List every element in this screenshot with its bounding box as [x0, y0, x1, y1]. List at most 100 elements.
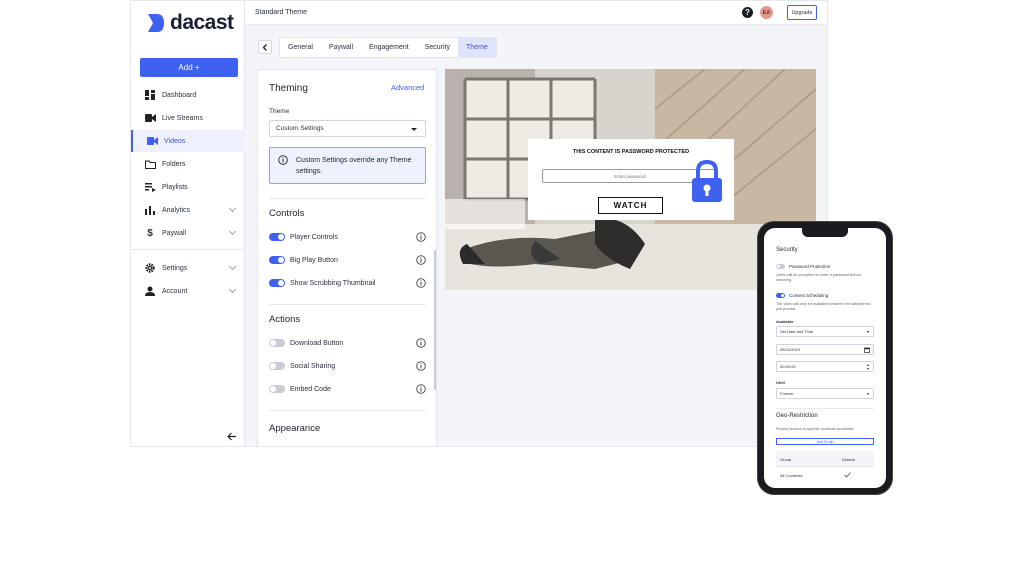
action-row-embed-code: Embed Code [269, 382, 426, 396]
sidebar-item-label: Account [162, 287, 188, 295]
topbar: Standard Theme ? EA Upgrade [245, 1, 827, 25]
tab-engagement[interactable]: Engagement [361, 38, 417, 57]
actions-title: Actions [269, 314, 301, 325]
phone-notch [802, 228, 848, 237]
control-row-player-controls: Player Controls [269, 230, 426, 244]
control-row-big-play-button: Big Play Button [269, 253, 426, 267]
info-icon[interactable] [416, 232, 426, 242]
phone-mockup: Security Password Protection Users will … [758, 222, 892, 494]
theme-label: Theme [269, 108, 290, 115]
player-controls-toggle[interactable] [269, 233, 285, 241]
controls-title: Controls [269, 208, 305, 219]
time-value: 00:00:00 [780, 364, 796, 369]
download-button-toggle[interactable] [269, 339, 285, 347]
section-divider [269, 198, 426, 199]
tab-general[interactable]: General [280, 38, 321, 57]
lock-icon [692, 159, 722, 202]
caret-down-icon [867, 331, 869, 333]
available-select[interactable]: Set Date and Time [776, 326, 874, 337]
arrow-left-icon[interactable] [227, 428, 237, 446]
sidebar-item-analytics[interactable]: Analytics [131, 199, 245, 221]
avatar[interactable]: EA [760, 6, 773, 19]
mobile-divider [776, 408, 874, 409]
info-icon[interactable] [416, 384, 426, 394]
sidebar-item-label: Videos [164, 137, 186, 145]
toggle-label: Player Controls [290, 233, 338, 241]
table-row[interactable]: All Countries [776, 468, 874, 483]
sidebar-item-dashboard[interactable]: Dashboard [131, 84, 245, 106]
tab-security[interactable]: Security [417, 38, 458, 57]
appearance-title: Appearance [269, 423, 321, 434]
tab-paywall[interactable]: Paywall [321, 38, 361, 57]
date-input[interactable]: 05/02/2019 [776, 344, 874, 355]
sidebar-item-label: Folders [162, 160, 186, 168]
toggle-label: Show Scrubbing Thumbnail [290, 279, 376, 287]
action-row-social-sharing: Social Sharing [269, 359, 426, 373]
time-input[interactable]: 00:00:00 ▴ ▾ [776, 361, 874, 372]
watch-button[interactable]: WATCH [598, 197, 663, 214]
scrubbing-thumbnail-toggle[interactable] [269, 279, 285, 287]
phone-screen: Security Password Protection Users will … [764, 228, 886, 488]
social-sharing-toggle[interactable] [269, 362, 285, 370]
password-protection-label: Password Protection [789, 264, 831, 269]
sidebar-item-paywall[interactable]: $ Paywall [131, 222, 245, 244]
bar-chart-icon [143, 203, 157, 217]
toggle-label: Download Button [290, 339, 344, 347]
tab-theme[interactable]: Theme [458, 38, 496, 57]
app-window: dacast Add + Dashboard Live Streams Vide… [130, 0, 828, 447]
upgrade-button[interactable]: Upgrade [787, 5, 817, 20]
panel-scrollbar[interactable] [434, 250, 436, 390]
sidebar-item-label: Playlists [162, 183, 188, 191]
add-button[interactable]: Add + [140, 58, 238, 77]
tab-bar: General Paywall Engagement Security Them… [279, 37, 497, 58]
mobile-security-title: Security [776, 247, 798, 253]
logo-wordmark: dacast [170, 11, 234, 34]
toggle-label: Big Play Button [290, 256, 338, 264]
dashboard-icon [143, 88, 157, 102]
back-button[interactable] [258, 40, 272, 54]
help-icon[interactable]: ? [742, 7, 753, 18]
group-column-header: Group [780, 457, 792, 462]
sidebar-item-settings[interactable]: Settings [131, 257, 245, 279]
gear-icon [143, 261, 157, 275]
info-icon[interactable] [416, 338, 426, 348]
camera-icon [143, 111, 157, 125]
stepper-icon: ▴ ▾ [866, 362, 869, 371]
chevron-down-icon [228, 262, 237, 271]
section-divider [269, 410, 426, 411]
password-protection-toggle[interactable] [776, 264, 785, 269]
until-select[interactable]: Forever [776, 388, 874, 399]
until-select-value: Forever [780, 391, 794, 396]
password-dialog: THIS CONTENT IS PASSWORD PROTECTED Enter… [528, 139, 734, 220]
checkmark-icon [844, 472, 851, 478]
info-icon[interactable] [416, 361, 426, 371]
person-icon [143, 284, 157, 298]
sidebar-item-label: Settings [162, 264, 188, 272]
sidebar-item-live-streams[interactable]: Live Streams [131, 107, 245, 129]
embed-code-toggle[interactable] [269, 385, 285, 393]
info-icon[interactable] [416, 278, 426, 288]
sidebar-item-playlists[interactable]: Playlists [131, 176, 245, 198]
sidebar-item-label: Live Streams [162, 114, 203, 122]
sidebar-item-videos[interactable]: Videos [131, 130, 245, 152]
sidebar-item-folders[interactable]: Folders [131, 153, 245, 175]
info-icon [278, 155, 288, 165]
content-scheduling-toggle[interactable] [776, 293, 785, 298]
info-icon[interactable] [416, 255, 426, 265]
date-value: 05/02/2019 [780, 347, 801, 352]
action-row-download: Download Button [269, 336, 426, 350]
default-column-header: Default [842, 457, 855, 462]
sidebar-item-label: Paywall [162, 229, 187, 237]
theming-panel: Theming Advanced Theme Custom Settings C… [257, 69, 437, 446]
info-box: Custom Settings override any Theme setti… [269, 147, 426, 184]
dacast-logo-icon [148, 14, 164, 32]
geo-restriction-desc: Restrict access to specific locations wo… [776, 427, 855, 431]
add-group-button[interactable]: Add Group [776, 438, 874, 445]
theme-select[interactable]: Custom Settings [269, 120, 426, 137]
sidebar-item-account[interactable]: Account [131, 280, 245, 302]
control-row-scrubbing-thumbnail: Show Scrubbing Thumbnail [269, 276, 426, 290]
big-play-button-toggle[interactable] [269, 256, 285, 264]
advanced-link[interactable]: Advanced [391, 83, 424, 92]
caret-down-icon [411, 128, 417, 131]
calendar-icon [864, 347, 870, 353]
